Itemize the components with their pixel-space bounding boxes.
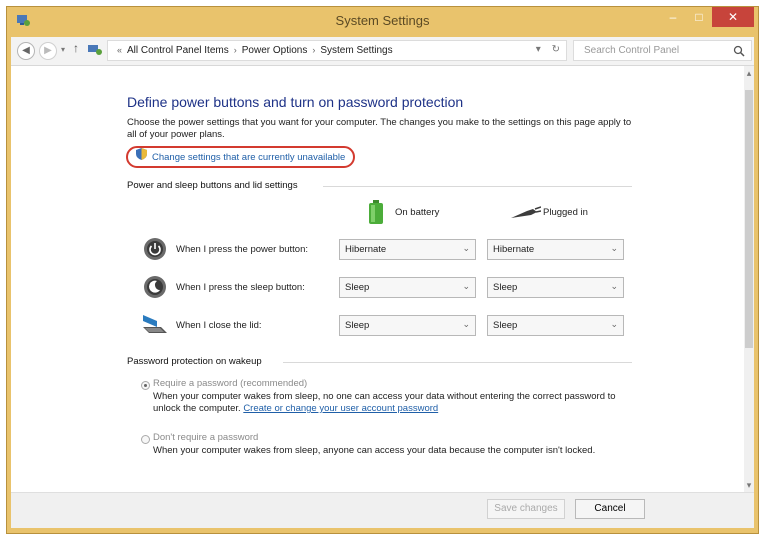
sleep-button-plugged-value: Sleep [493, 282, 518, 293]
chevron-down-icon: ⌄ [610, 281, 618, 291]
no-password-desc: When your computer wakes from sleep, any… [153, 445, 596, 456]
close-lid-battery-value: Sleep [345, 320, 370, 331]
breadcrumb: «All Control Panel Items › Power Options › S… [117, 45, 393, 56]
cancel-button[interactable]: Cancel [575, 499, 645, 519]
breadcrumb-system-settings[interactable]: System Settings [320, 45, 392, 56]
power-button-battery-value: Hibernate [345, 244, 387, 255]
search-icon[interactable] [733, 44, 745, 62]
close-lid-label: When I close the lid: [176, 320, 262, 331]
close-lid-battery-select[interactable]: Sleep ⌄ [339, 315, 476, 336]
chevron-down-icon: ⌄ [462, 319, 470, 329]
change-settings-link[interactable]: Change settings that are currently unava… [126, 146, 356, 168]
back-button[interactable]: ◀ [17, 42, 35, 60]
power-plug-icon [511, 206, 542, 225]
change-settings-label: Change settings that are currently unava… [152, 152, 346, 164]
require-password-radio[interactable] [141, 381, 150, 390]
laptop-lid-icon [141, 313, 169, 340]
create-password-link[interactable]: Create or change your user account passw… [243, 403, 438, 414]
plugged-in-header: Plugged in [543, 207, 588, 218]
maximize-button[interactable]: □ [686, 7, 712, 27]
search-placeholder: Search Control Panel [584, 45, 680, 56]
chevron-down-icon: ⌄ [610, 319, 618, 329]
power-button-icon [143, 237, 167, 266]
battery-icon [369, 200, 383, 229]
require-password-desc: When your computer wakes from sleep, no … [153, 391, 643, 415]
title-bar: System Settings – □ ✕ [7, 7, 758, 35]
system-settings-window: System Settings – □ ✕ ◀ ▶ ▾ ↑ «All Contr… [6, 6, 759, 534]
power-button-label: When I press the power button: [176, 244, 309, 255]
section-divider [323, 186, 632, 187]
power-button-plugged-select[interactable]: Hibernate ⌄ [487, 239, 624, 260]
address-toolbar: ◀ ▶ ▾ ↑ «All Control Panel Items › Power O… [11, 37, 754, 66]
chevron-down-icon: ⌄ [462, 281, 470, 291]
breadcrumb-power-options[interactable]: Power Options [242, 45, 308, 56]
no-password-radio[interactable] [141, 435, 150, 444]
sleep-button-icon [143, 275, 167, 304]
shield-icon [136, 148, 147, 167]
password-section-title: Password protection on wakeup [127, 356, 262, 367]
up-arrow-icon[interactable]: ↑ [73, 41, 79, 55]
dialog-footer: Save changes Cancel [11, 492, 754, 528]
no-password-label: Don't require a password [153, 432, 259, 443]
close-lid-plugged-value: Sleep [493, 320, 518, 331]
refresh-icon[interactable]: ↻ [552, 44, 560, 55]
power-button-plugged-value: Hibernate [493, 244, 535, 255]
scrollbar-thumb[interactable] [745, 90, 753, 348]
page-description: Choose the power settings that you want … [127, 117, 632, 140]
on-battery-header: On battery [395, 207, 440, 218]
close-button[interactable]: ✕ [712, 7, 754, 27]
page-heading: Define power buttons and turn on passwor… [127, 94, 464, 110]
power-section-title: Power and sleep buttons and lid settings [127, 180, 298, 191]
recent-locations-icon[interactable]: ▾ [61, 45, 65, 54]
sleep-button-battery-value: Sleep [345, 282, 370, 293]
section-divider [283, 362, 632, 363]
scroll-up-icon[interactable]: ▴ [744, 68, 754, 79]
settings-content: Define power buttons and turn on passwor… [11, 66, 744, 493]
minimize-button[interactable]: – [660, 7, 686, 27]
save-changes-button[interactable]: Save changes [487, 499, 565, 519]
power-button-battery-select[interactable]: Hibernate ⌄ [339, 239, 476, 260]
vertical-scrollbar[interactable]: ▴ ▾ [744, 66, 754, 493]
scroll-down-icon[interactable]: ▾ [744, 480, 754, 491]
forward-button[interactable]: ▶ [39, 42, 57, 60]
require-password-label: Require a password (recommended) [153, 378, 308, 389]
close-lid-plugged-select[interactable]: Sleep ⌄ [487, 315, 624, 336]
sleep-button-plugged-select[interactable]: Sleep ⌄ [487, 277, 624, 298]
search-box[interactable]: Search Control Panel [573, 40, 752, 61]
address-dropdown-icon[interactable]: ▾ [536, 44, 541, 55]
control-panel-location-icon [87, 43, 103, 62]
window-title: System Settings [335, 13, 430, 28]
chevron-down-icon: ⌄ [462, 243, 470, 253]
breadcrumb-all-items[interactable]: All Control Panel Items [127, 45, 229, 56]
chevron-down-icon: ⌄ [610, 243, 618, 253]
sleep-button-label: When I press the sleep button: [176, 282, 305, 293]
sleep-button-battery-select[interactable]: Sleep ⌄ [339, 277, 476, 298]
address-field[interactable]: «All Control Panel Items › Power Options › S… [107, 40, 567, 61]
